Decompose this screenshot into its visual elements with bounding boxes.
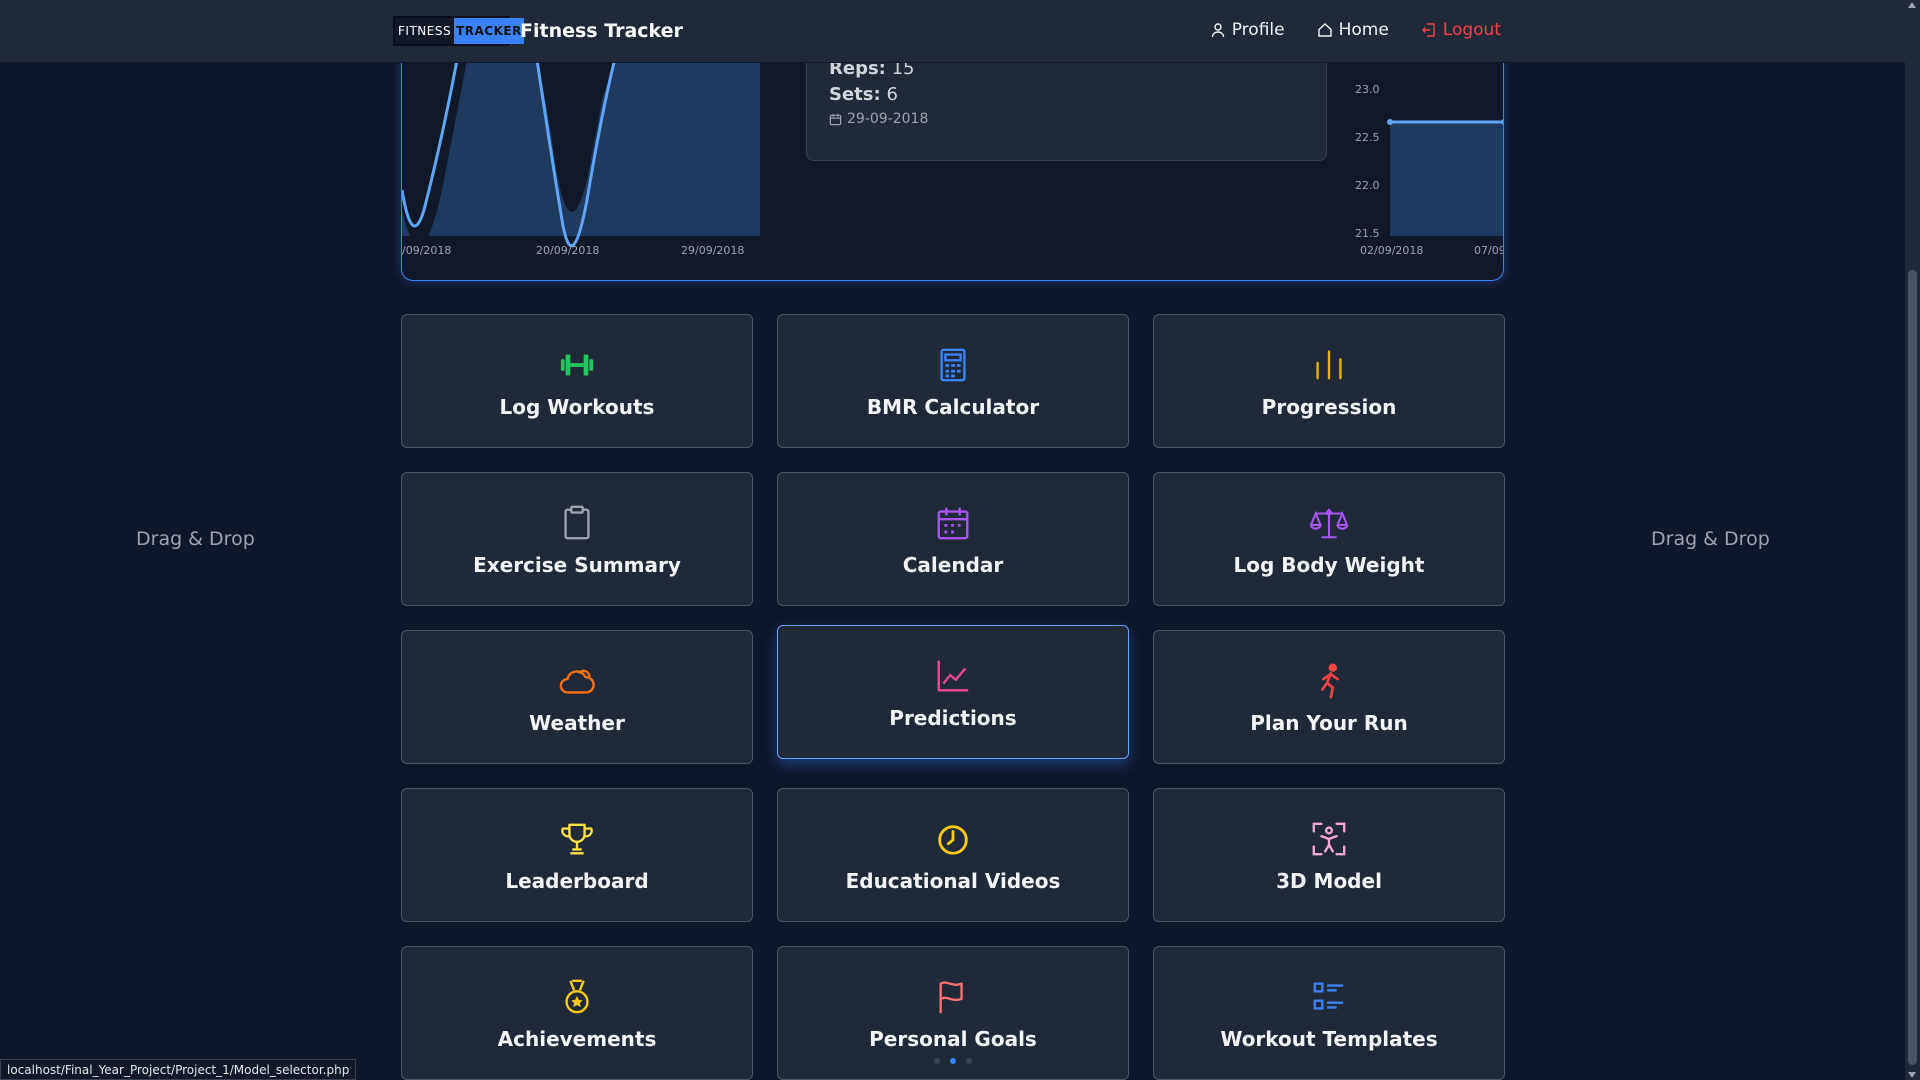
cloud-sun-icon (555, 659, 599, 703)
tile-label: Achievements (497, 1027, 657, 1051)
tile-label: Calendar (902, 553, 1004, 577)
left-chart-tick-1: /09/2018 (402, 244, 451, 257)
weight-ytick-1: 23.0 (1355, 83, 1380, 96)
tile-workout-templates[interactable]: Workout Templates (1153, 946, 1505, 1080)
tile-log-workouts[interactable]: Log Workouts (401, 314, 753, 448)
trophy-icon (555, 817, 599, 861)
logo-text-tracker: TRACKER (454, 18, 524, 44)
tile-achievements[interactable]: Achievements (401, 946, 753, 1080)
carousel-dot-1[interactable] (934, 1058, 940, 1064)
line-chart-icon (931, 654, 975, 698)
tile-leaderboard[interactable]: Leaderboard (401, 788, 753, 922)
tile-educational-videos[interactable]: Educational Videos (777, 788, 1129, 922)
tile-exercise-summary[interactable]: Exercise Summary (401, 472, 753, 606)
left-chart-tick-2: 20/09/2018 (536, 244, 599, 257)
tile-log-body-weight[interactable]: Log Body Weight (1153, 472, 1505, 606)
runner-icon (1307, 659, 1351, 703)
nav-home-link[interactable]: Home (1317, 20, 1389, 40)
medal-icon (555, 975, 599, 1019)
tile-label: Workout Templates (1220, 1027, 1438, 1051)
home-icon (1317, 23, 1332, 37)
tile-weather[interactable]: Weather (401, 630, 753, 764)
body-weight-chart: 23.0 22.5 22.0 21.5 02/09/2018 07/09 (1355, 40, 1504, 257)
tile-label: Weather (529, 711, 625, 735)
weight-xtick-2: 07/09 (1474, 244, 1504, 257)
calendar-small-icon (829, 113, 842, 125)
tile-label: Progression (1261, 395, 1397, 419)
carousel-indicators (934, 1058, 972, 1064)
browser-status-url: localhost/Final_Year_Project/Project_1/M… (0, 1059, 357, 1080)
logo-text-fitness: FITNESS (395, 18, 455, 44)
summary-carousel[interactable]: /09/2018 20/09/2018 29/09/2018 Reps: 15 … (401, 40, 1504, 281)
left-chart-tick-3: 29/09/2018 (681, 244, 744, 257)
weight-chart-fill (1390, 122, 1503, 236)
tile-predictions[interactable]: Predictions (777, 625, 1129, 759)
calendar-icon (931, 501, 975, 545)
nav-profile-label: Profile (1231, 20, 1285, 40)
flag-icon (931, 975, 975, 1019)
scroll-up-icon[interactable] (1908, 2, 1916, 8)
brand-title[interactable]: Fitness Tracker (520, 20, 683, 42)
nav-logout-label: Logout (1442, 20, 1501, 40)
sets-row: Sets: 6 (829, 84, 1304, 105)
clock-play-icon (931, 817, 975, 861)
tile-label: Predictions (889, 706, 1017, 730)
sets-label: Sets: (829, 84, 881, 105)
exercise-date: 29-09-2018 (829, 111, 1304, 127)
tile-3d-model[interactable]: 3D Model (1153, 788, 1505, 922)
carousel-dot-3[interactable] (966, 1058, 972, 1064)
progress-line-chart: /09/2018 20/09/2018 29/09/2018 (402, 40, 760, 257)
weight-ytick-4: 21.5 (1355, 227, 1380, 240)
tile-plan-your-run[interactable]: Plan Your Run (1153, 630, 1505, 764)
user-icon (1211, 23, 1224, 38)
calculator-icon (931, 343, 975, 387)
sets-value: 6 (886, 84, 898, 105)
weight-point-1 (1387, 119, 1393, 125)
drag-drop-right[interactable]: Drag & Drop (1651, 528, 1770, 550)
tile-label: Log Workouts (499, 395, 655, 419)
tile-progression[interactable]: Progression (1153, 314, 1505, 448)
clipboard-icon (555, 501, 599, 545)
brand[interactable]: FITNESS TRACKER Fitness Tracker (393, 16, 683, 46)
tile-label: 3D Model (1276, 869, 1382, 893)
tile-calendar[interactable]: Calendar (777, 472, 1129, 606)
navbar: FITNESS TRACKER Fitness Tracker Profile … (0, 0, 1905, 63)
nav-links: Profile Home Logout (1210, 20, 1501, 40)
brand-logo[interactable]: FITNESS TRACKER (393, 16, 524, 46)
scroll-down-icon[interactable] (1908, 1072, 1916, 1078)
weight-ytick-2: 22.5 (1355, 131, 1380, 144)
nav-logout-link[interactable]: Logout (1421, 20, 1501, 40)
drag-drop-left[interactable]: Drag & Drop (136, 528, 255, 550)
tile-label: Plan Your Run (1250, 711, 1408, 735)
tile-label: Log Body Weight (1233, 553, 1425, 577)
tile-label: Exercise Summary (473, 553, 681, 577)
bar-chart-icon (1307, 343, 1351, 387)
tile-label: Educational Videos (845, 869, 1061, 893)
tile-label: Leaderboard (505, 869, 649, 893)
scale-icon (1307, 501, 1351, 545)
logout-icon (1421, 23, 1435, 37)
nav-home-label: Home (1338, 20, 1389, 40)
weight-xtick-1: 02/09/2018 (1360, 244, 1423, 257)
tile-bmr-calculator[interactable]: BMR Calculator (777, 314, 1129, 448)
tile-label: BMR Calculator (866, 395, 1040, 419)
page-scrollbar[interactable] (1905, 0, 1920, 1080)
exercise-date-value: 29-09-2018 (847, 111, 929, 127)
scroll-thumb[interactable] (1908, 270, 1917, 1065)
tile-label: Personal Goals (869, 1027, 1037, 1051)
nav-profile-link[interactable]: Profile (1210, 20, 1285, 40)
weight-ytick-3: 22.0 (1355, 179, 1380, 192)
dumbbell-icon (555, 343, 599, 387)
body-scan-icon (1307, 817, 1351, 861)
carousel-dot-2[interactable] (950, 1058, 956, 1064)
list-icon (1307, 975, 1351, 1019)
